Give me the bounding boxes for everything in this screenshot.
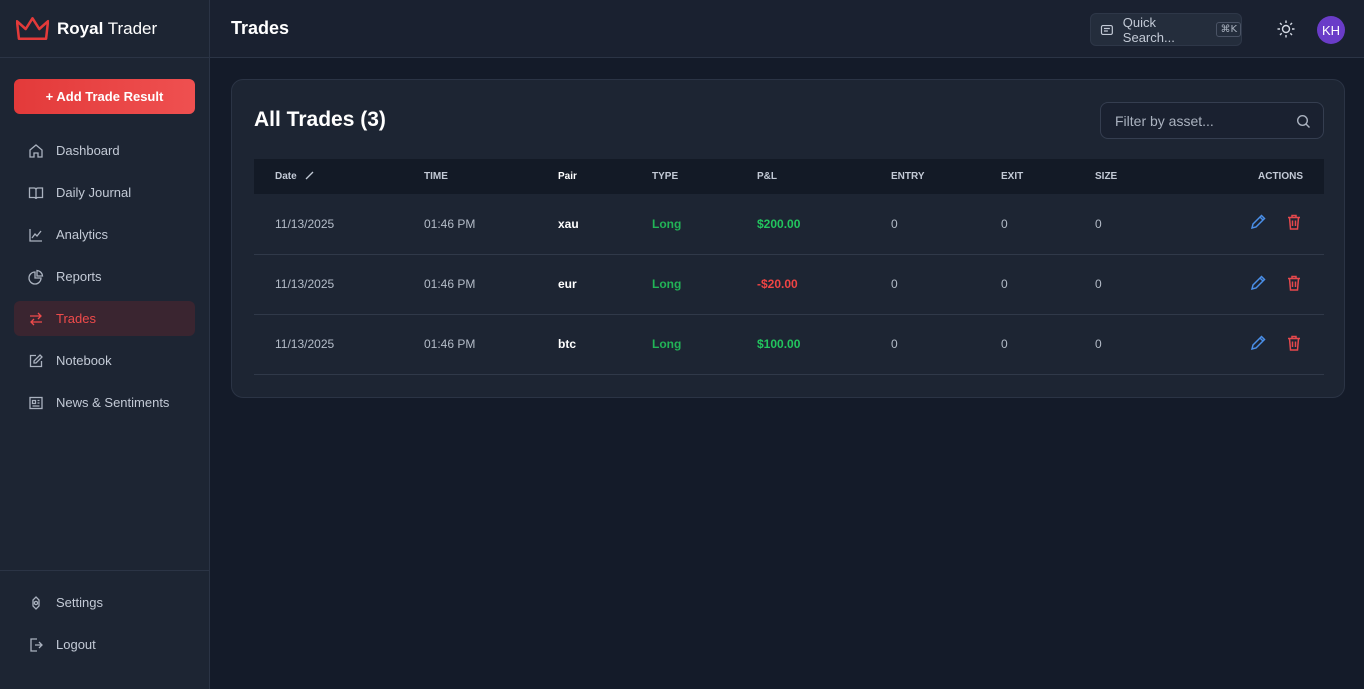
- cell-size: 0: [1095, 216, 1102, 231]
- sidebar-item-notebook[interactable]: Notebook: [14, 343, 195, 378]
- cell-pnl: $200.00: [757, 216, 801, 231]
- quick-search-label: Quick Search...: [1122, 14, 1175, 45]
- sidebar-item-label: Reports: [56, 269, 102, 284]
- filter-by-asset-input[interactable]: [1115, 112, 1285, 129]
- cell-exit: 0: [1001, 216, 1008, 231]
- cell-pnl: $100.00: [757, 337, 801, 351]
- trash-icon[interactable]: [1285, 274, 1303, 292]
- cell-actions: [1205, 194, 1324, 254]
- cell-time: 01:46 PM: [424, 216, 476, 231]
- cell-date: 11/13/2025: [275, 216, 335, 231]
- pie-icon: [28, 269, 44, 285]
- cell-pnl: -$20.00: [757, 277, 798, 291]
- cell-type: Long: [652, 277, 682, 291]
- crown-logo-icon: [16, 16, 49, 40]
- column-header-time: TIME: [424, 171, 448, 182]
- sidebar-item-label: Settings: [56, 595, 103, 610]
- pencil-icon[interactable]: [1249, 334, 1267, 352]
- trash-icon[interactable]: [1285, 213, 1303, 231]
- sidebar-item-label: News & Sentiments: [56, 395, 170, 410]
- search-icon: [1296, 114, 1310, 128]
- column-header-entry: ENTRY: [891, 171, 925, 182]
- column-header-date[interactable]: Date: [254, 159, 424, 194]
- cell-entry: 0: [891, 277, 898, 291]
- add-trade-result-button[interactable]: + Add Trade Result: [14, 79, 195, 114]
- book-icon: [28, 186, 44, 199]
- sidebar-item-settings[interactable]: Settings: [14, 585, 195, 620]
- avatar[interactable]: KH: [1317, 16, 1345, 44]
- table-row: 11/13/2025 01:46 PM xau Long $200.00 0 0…: [254, 194, 1324, 254]
- sidebar-item-label: Dashboard: [56, 143, 120, 158]
- cell-time: 01:46 PM: [424, 337, 476, 351]
- trash-icon[interactable]: [1285, 334, 1303, 352]
- column-header-pair: Pair: [558, 171, 577, 182]
- home-icon: [29, 143, 43, 158]
- cell-type: Long: [652, 216, 682, 231]
- settings-icon: [32, 595, 40, 610]
- pencil-icon[interactable]: [1249, 213, 1267, 231]
- cell-type: Long: [652, 337, 682, 351]
- sidebar-item-reports[interactable]: Reports: [14, 259, 195, 294]
- logout-icon: [30, 637, 43, 652]
- column-header-pnl: P&L: [757, 171, 777, 182]
- brand-name: Royal Trader: [57, 18, 158, 38]
- sidebar-item-analytics[interactable]: Analytics: [14, 217, 195, 252]
- filter-field[interactable]: [1100, 102, 1324, 139]
- table-row: 11/13/2025 01:46 PM btc Long $100.00 0 0…: [254, 314, 1324, 374]
- column-header-size: SIZE: [1095, 171, 1118, 182]
- sidebar-item-daily-journal[interactable]: Daily Journal: [14, 175, 195, 210]
- cell-size: 0: [1095, 277, 1102, 291]
- pencil-icon[interactable]: [1249, 274, 1267, 292]
- trades-table: Date TIME Pair TYPE P&L ENTRY EXIT SIZE …: [254, 159, 1324, 375]
- cell-exit: 0: [1001, 277, 1008, 291]
- sidebar-bottom: Settings Logout: [0, 570, 209, 669]
- table-header-row: Date TIME Pair TYPE P&L ENTRY EXIT SIZE …: [254, 159, 1324, 194]
- sidebar-item-logout[interactable]: Logout: [14, 627, 195, 662]
- page-title: Trades: [231, 18, 290, 38]
- sun-icon[interactable]: [1276, 19, 1296, 39]
- sidebar-item-label: Notebook: [56, 353, 112, 368]
- cell-date: 11/13/2025: [275, 277, 335, 291]
- cell-actions: [1205, 254, 1324, 314]
- cell-pair: eur: [558, 277, 577, 291]
- cell-pair: xau: [558, 216, 579, 231]
- quick-search-button[interactable]: Quick Search... ⌘K: [1090, 13, 1242, 46]
- sidebar: Royal Trader + Add Trade Result Dashboar…: [0, 0, 210, 689]
- cell-pair: btc: [558, 337, 576, 351]
- trades-card: All Trades (3) Date TIME Pair TYPE P&L E…: [231, 79, 1345, 398]
- sidebar-item-trades[interactable]: Trades: [14, 301, 195, 336]
- table-row: 11/13/2025 01:46 PM eur Long -$20.00 0 0…: [254, 254, 1324, 314]
- search-box-icon: [1100, 24, 1113, 35]
- sort-icon[interactable]: [305, 171, 314, 180]
- cell-date: 11/13/2025: [275, 337, 335, 351]
- chart-icon: [29, 228, 42, 242]
- top-header: Trades Quick Search... ⌘K KH: [210, 0, 1364, 58]
- cell-actions: [1205, 314, 1324, 374]
- newspaper-icon: [29, 396, 43, 409]
- column-header-type: TYPE: [652, 171, 679, 182]
- sidebar-item-label: Daily Journal: [56, 185, 132, 200]
- column-header-actions: ACTIONS: [1258, 171, 1303, 182]
- card-title: All Trades (3): [254, 108, 386, 131]
- swap-icon: [30, 312, 42, 325]
- sidebar-item-dashboard[interactable]: Dashboard: [14, 133, 195, 168]
- column-header-exit: EXIT: [1001, 171, 1024, 182]
- sidebar-item-news-sentiments[interactable]: News & Sentiments: [14, 385, 195, 420]
- cell-size: 0: [1095, 337, 1102, 351]
- shortcut-badge: ⌘K: [1216, 22, 1241, 37]
- cell-entry: 0: [891, 216, 898, 231]
- cell-entry: 0: [891, 337, 898, 351]
- sidebar-item-label: Trades: [56, 311, 96, 326]
- cell-exit: 0: [1001, 337, 1008, 351]
- sidebar-item-label: Logout: [56, 637, 96, 652]
- sidebar-nav: Dashboard Daily Journal Analytics Report…: [14, 133, 195, 427]
- brand[interactable]: Royal Trader: [0, 0, 209, 58]
- sidebar-item-label: Analytics: [56, 227, 109, 242]
- cell-time: 01:46 PM: [424, 277, 476, 291]
- edit-icon: [29, 353, 43, 367]
